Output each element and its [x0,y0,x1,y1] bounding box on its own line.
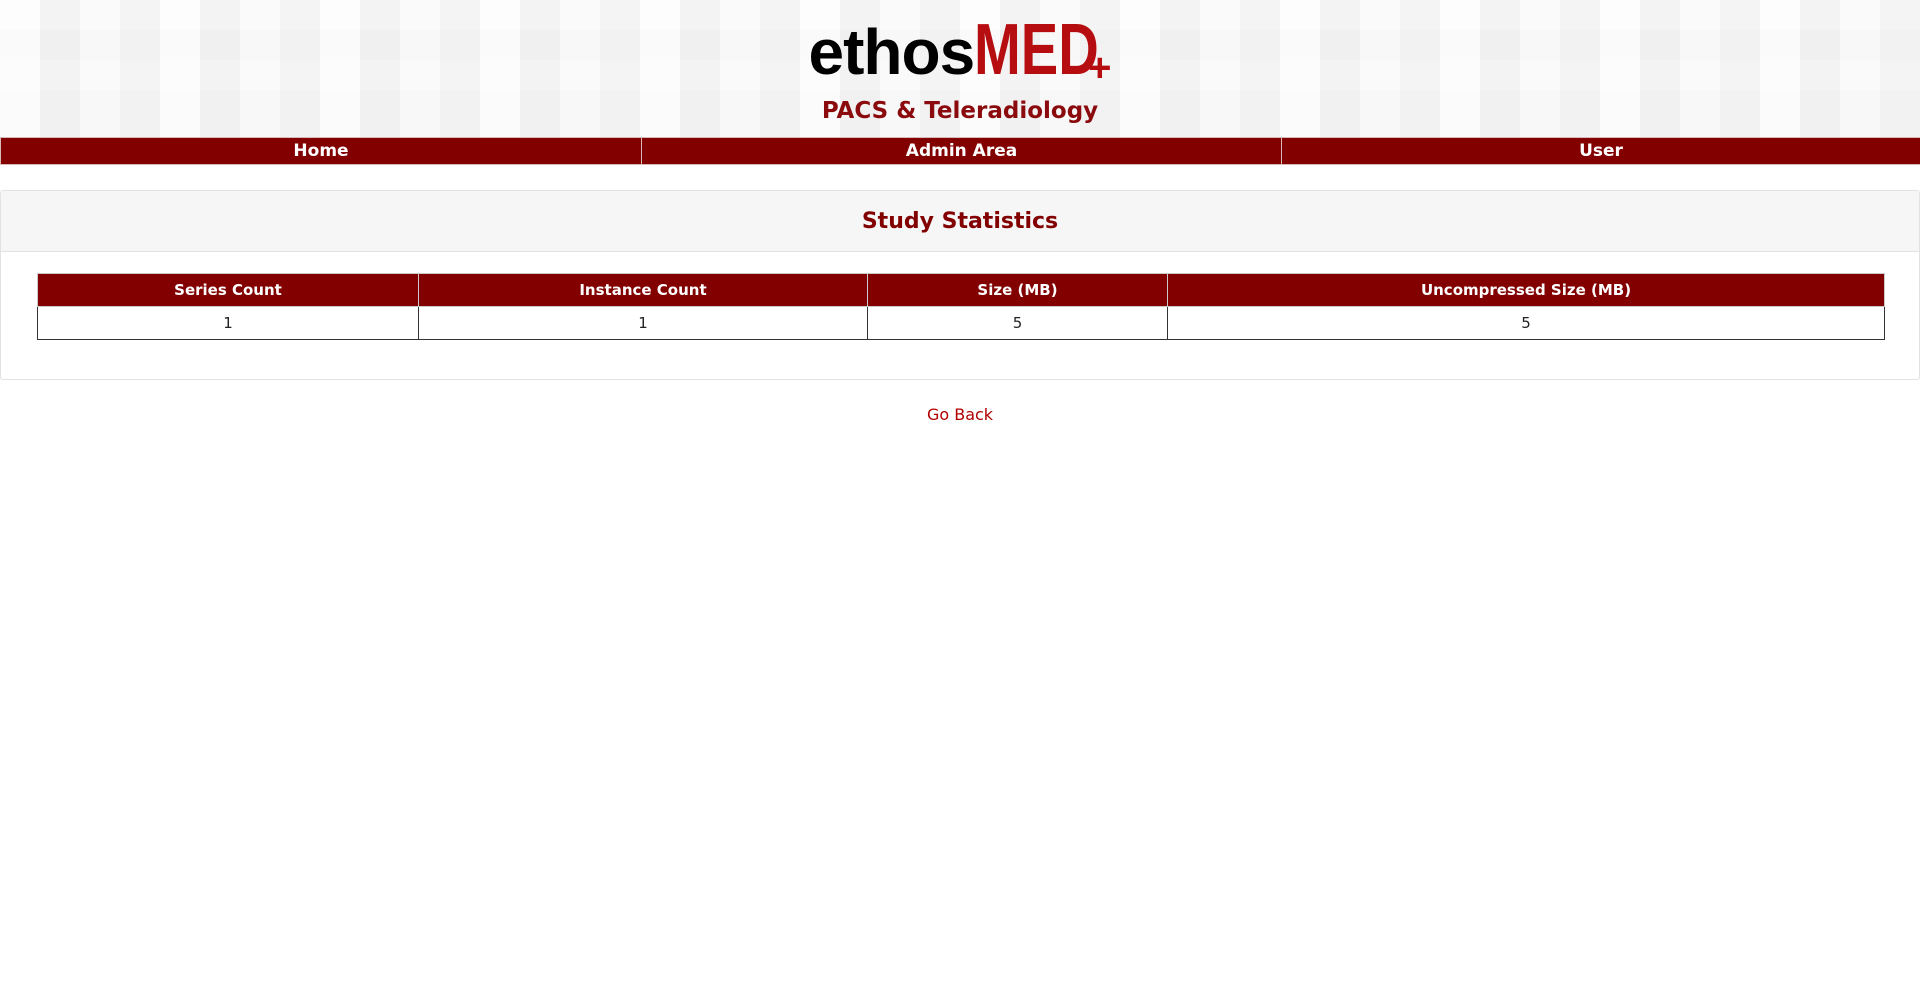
main-nav: Home Admin Area User [0,137,1920,165]
study-statistics-panel: Study Statistics Series Count Instance C… [0,190,1920,380]
logo-med-text: MED [974,10,1099,90]
cell-series-count: 1 [37,306,419,340]
column-header-uncompressed-size: Uncompressed Size (MB) [1167,273,1885,307]
column-header-instance-count: Instance Count [418,273,868,307]
cell-instance-count: 1 [418,306,868,340]
nav-item-home[interactable]: Home [0,137,641,165]
go-back-container: Go Back [0,405,1920,424]
page-header: ethos MED + PACS & Teleradiology [0,0,1920,137]
cell-size: 5 [867,306,1168,340]
table-row: 1 1 5 5 [37,306,1885,340]
go-back-link[interactable]: Go Back [927,405,993,424]
site-subtitle: PACS & Teleradiology [821,98,1099,124]
logo-ethos-text: ethos [808,16,975,88]
cell-uncompressed-size: 5 [1167,306,1885,340]
column-header-series-count: Series Count [37,273,419,307]
panel-title: Study Statistics [1,191,1919,252]
study-statistics-table: Series Count Instance Count Size (MB) Un… [37,273,1885,340]
ethosmed-logo: ethos MED + [0,14,1920,94]
column-header-size: Size (MB) [867,273,1168,307]
table-header-row: Series Count Instance Count Size (MB) Un… [37,273,1885,307]
nav-item-admin-area[interactable]: Admin Area [641,137,1281,165]
nav-item-user[interactable]: User [1281,137,1920,165]
